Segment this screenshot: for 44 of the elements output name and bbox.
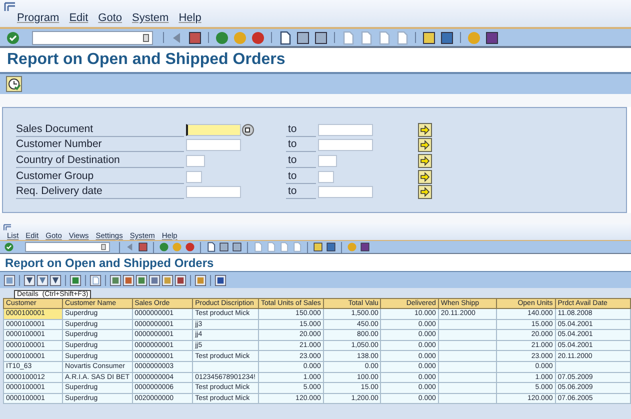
to-label: to bbox=[286, 122, 316, 137]
menu-item[interactable]: Goto bbox=[98, 12, 122, 24]
multiple-selection-icon[interactable] bbox=[418, 170, 432, 184]
dropdown-icon[interactable] bbox=[101, 244, 106, 250]
save-icon[interactable] bbox=[138, 242, 148, 252]
menu-item[interactable]: Edit bbox=[69, 12, 88, 24]
to-label: to bbox=[286, 138, 316, 152]
multiple-selection-icon[interactable] bbox=[418, 154, 432, 168]
command-field[interactable] bbox=[25, 242, 110, 252]
multiple-selection-icon[interactable] bbox=[418, 138, 432, 152]
from-field[interactable] bbox=[186, 186, 241, 198]
to-field[interactable] bbox=[318, 170, 334, 183]
from-field[interactable] bbox=[186, 124, 241, 136]
system-menu-icon[interactable] bbox=[4, 0, 16, 12]
field-label: Sales Document bbox=[16, 122, 184, 137]
enter-icon[interactable] bbox=[6, 30, 20, 44]
screen-title: Report on Open and Shipped Orders bbox=[5, 256, 214, 270]
from-field[interactable] bbox=[186, 170, 202, 183]
to-label: to bbox=[286, 170, 316, 184]
command-field[interactable] bbox=[32, 30, 153, 44]
menu-item[interactable]: Help bbox=[178, 12, 202, 24]
from-field[interactable] bbox=[186, 154, 205, 167]
to-field[interactable] bbox=[318, 186, 373, 198]
search-help-icon[interactable] bbox=[242, 124, 254, 136]
field-label: Customer Number bbox=[16, 138, 184, 152]
from-field[interactable] bbox=[186, 139, 241, 152]
system-menu-icon[interactable] bbox=[3, 223, 12, 231]
menu-item[interactable]: Program bbox=[17, 12, 60, 24]
field-label: Req. Delivery date bbox=[16, 185, 184, 200]
execute-icon[interactable] bbox=[6, 76, 22, 92]
field-label: Customer Group bbox=[16, 170, 184, 184]
save-icon[interactable] bbox=[188, 30, 202, 44]
enter-icon[interactable] bbox=[4, 242, 14, 252]
to-label: to bbox=[286, 154, 316, 168]
menu-item[interactable]: System bbox=[132, 12, 169, 24]
multiple-selection-icon[interactable] bbox=[418, 122, 432, 137]
dropdown-icon[interactable] bbox=[143, 34, 149, 42]
field-label: Country of Destination bbox=[16, 154, 184, 168]
screen-title: Report on Open and Shipped Orders bbox=[7, 51, 286, 69]
multiple-selection-icon[interactable] bbox=[418, 185, 432, 200]
to-field[interactable] bbox=[318, 124, 373, 136]
to-field[interactable] bbox=[318, 139, 373, 152]
to-field[interactable] bbox=[318, 154, 337, 167]
to-label: to bbox=[286, 185, 316, 200]
